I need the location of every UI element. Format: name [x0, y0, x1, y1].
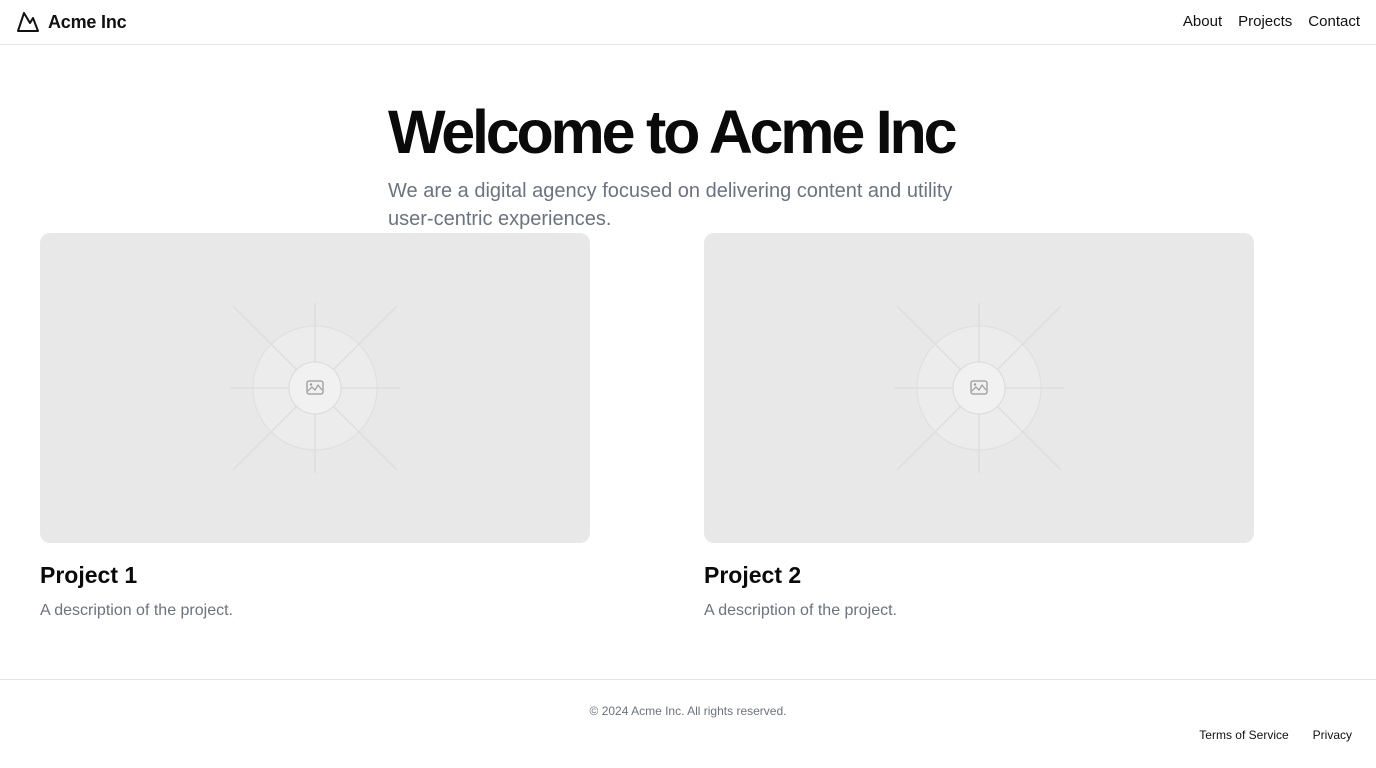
site-header: Acme Inc About Projects Contact: [0, 0, 1376, 45]
hero-title: Welcome to Acme Inc: [388, 98, 958, 166]
site-footer: © 2024 Acme Inc. All rights reserved. Te…: [0, 679, 1376, 768]
project-card[interactable]: Project 2 A description of the project.: [704, 233, 1254, 619]
brand-name: Acme Inc: [48, 11, 127, 32]
image-placeholder-icon: [230, 303, 400, 473]
copyright-text: © 2024 Acme Inc. All rights reserved.: [589, 704, 787, 718]
project-title[interactable]: Project 1: [40, 561, 137, 589]
image-placeholder-icon: [894, 303, 1064, 473]
privacy-link[interactable]: Privacy: [1313, 728, 1352, 742]
nav-about[interactable]: About: [1183, 12, 1222, 32]
nav-projects[interactable]: Projects: [1238, 12, 1292, 32]
project-image-placeholder: [40, 233, 590, 543]
terms-link[interactable]: Terms of Service: [1199, 728, 1288, 742]
project-image-placeholder: [704, 233, 1254, 543]
main-nav: About Projects Contact: [1183, 12, 1360, 32]
project-description: A description of the project.: [704, 602, 897, 619]
hero-subtitle: We are a digital agency focused on deliv…: [388, 180, 953, 230]
project-card[interactable]: Project 1 A description of the project.: [40, 233, 590, 619]
project-title[interactable]: Project 2: [704, 561, 801, 589]
footer-nav: Terms of Service Privacy: [1199, 728, 1352, 742]
brand-link[interactable]: Acme Inc: [16, 10, 127, 34]
nav-contact[interactable]: Contact: [1308, 12, 1360, 32]
mountain-icon: [17, 12, 39, 32]
project-description: A description of the project.: [40, 602, 233, 619]
